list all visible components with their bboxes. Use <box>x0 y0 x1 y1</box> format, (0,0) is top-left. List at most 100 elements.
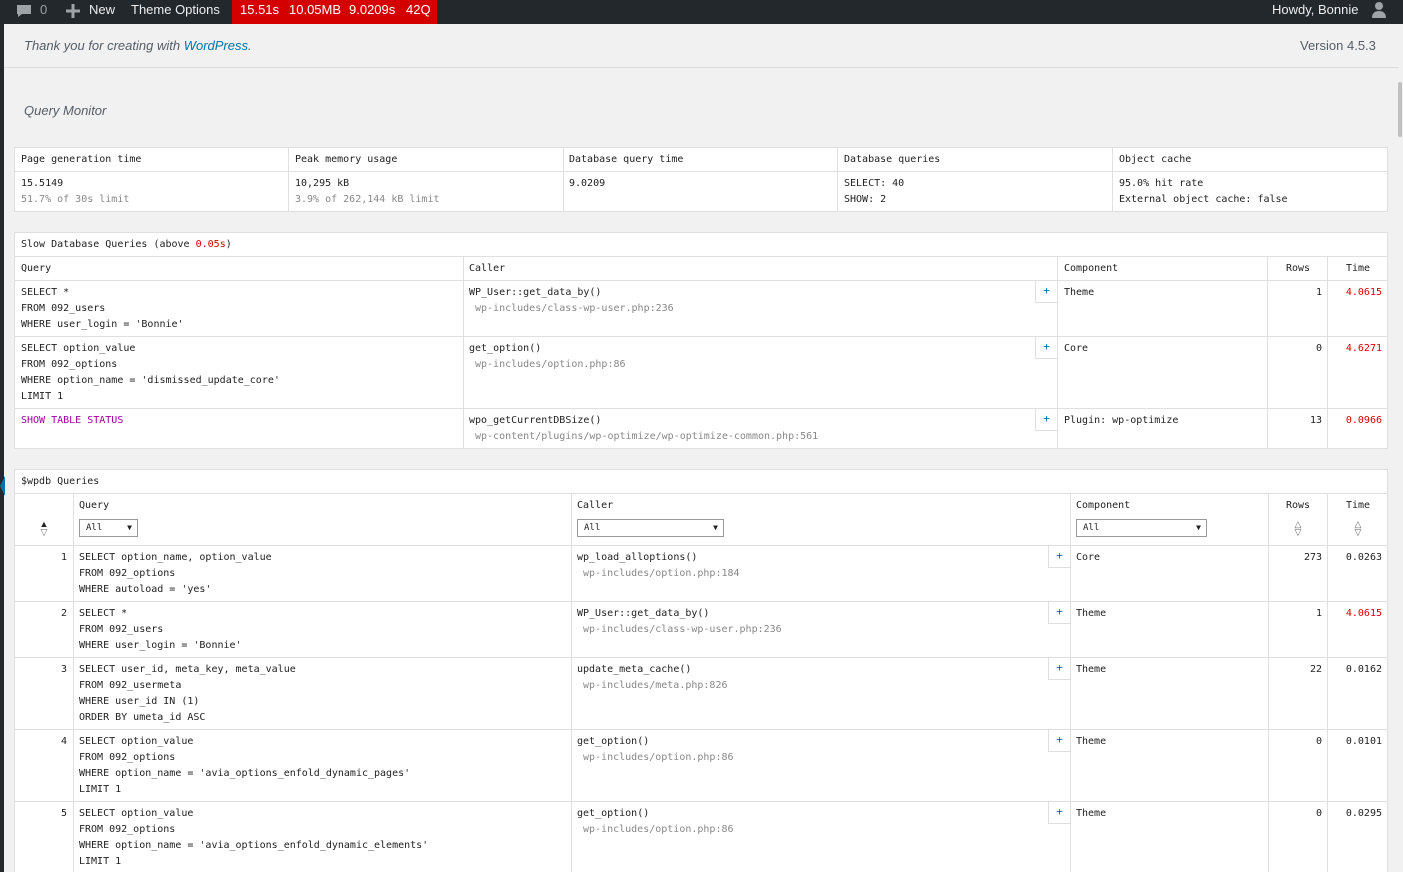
wpdb-row-caller: get_option() <box>577 736 650 747</box>
chevron-down-icon: ▼ <box>713 523 718 532</box>
wpdb-row-caller: wp_load_alloptions() <box>577 552 698 563</box>
wpdb-row-component: Theme <box>1076 808 1107 819</box>
footer-thanks-text: Thank you for creating with <box>24 38 184 53</box>
slow-row-component: Plugin: wp-optimize <box>1064 415 1179 426</box>
new-label: New <box>89 2 116 17</box>
chevron-down-icon: ▼ <box>127 523 132 532</box>
overview-value-hit-rate: 95.0% hit rate <box>1119 178 1204 189</box>
slow-row-rows: 13 <box>1309 415 1322 426</box>
slow-row-time: 0.0966 <box>1345 415 1382 426</box>
slow-row-time: 4.6271 <box>1345 343 1382 354</box>
overview-label-db-time: Database query time <box>569 154 684 165</box>
slow-row-component: Core <box>1064 343 1089 354</box>
query-filter-select[interactable]: All ▼ <box>79 519 138 537</box>
caller-filter-select[interactable]: All ▼ <box>577 519 724 537</box>
wpdb-row-rows: 0 <box>1315 736 1322 747</box>
overview-value-memory: 10,295 kB <box>295 178 350 189</box>
wpdb-row-number: 5 <box>60 808 67 819</box>
new-content-menu[interactable]: New <box>66 0 120 24</box>
overview-value-external-cache: External object cache: false <box>1119 194 1288 205</box>
slow-queries-title: Slow Database Queries (above 0.05s) <box>21 237 232 253</box>
slow-queries-panel: Slow Database Queries (above 0.05s) Quer… <box>14 232 1388 449</box>
expand-trace-button[interactable]: + <box>1048 802 1070 824</box>
comment-icon <box>17 5 31 17</box>
overview-value-db-select: SELECT: 40 <box>844 178 905 189</box>
expand-trace-button[interactable]: + <box>1048 658 1070 680</box>
wpdb-header-rows: Rows <box>1286 500 1311 511</box>
expand-trace-button[interactable]: + <box>1035 409 1057 431</box>
query-monitor-menu[interactable]: 15.51s 10.05MB 9.0209s 42Q <box>232 0 437 24</box>
query-filter-value: All <box>86 523 103 533</box>
expand-trace-button[interactable]: + <box>1048 730 1070 752</box>
overview-value-db-show: SHOW: 2 <box>844 194 887 205</box>
slow-header-rows: Rows <box>1286 263 1311 274</box>
plus-icon <box>66 4 80 18</box>
sort-number-icon[interactable]: ▲ ▽ <box>37 520 51 537</box>
caller-filter-value: All <box>584 523 601 533</box>
component-filter-select[interactable]: All ▼ <box>1076 519 1207 537</box>
overview-value-db-time: 9.0209 <box>569 178 606 189</box>
overview-label-db-queries: Database queries <box>844 154 941 165</box>
wpdb-queries-title: $wpdb Queries <box>21 476 100 487</box>
expand-trace-button[interactable]: + <box>1048 602 1070 624</box>
avatar-icon[interactable] <box>1371 1 1387 19</box>
wpdb-row-file: wp-includes/option.php:86 <box>583 824 734 835</box>
scrollbar-thumb[interactable] <box>1398 82 1402 137</box>
wpdb-row-rows: 22 <box>1309 664 1322 675</box>
slow-row-query: SHOW TABLE STATUS <box>21 415 124 426</box>
wpdb-row-caller: WP_User::get_data_by() <box>577 608 710 619</box>
wpdb-row-rows: 1 <box>1315 608 1322 619</box>
sort-rows-icon[interactable]: △ ▽ <box>1291 520 1305 537</box>
slow-row-query: SELECT option_value FROM 092_options WHE… <box>21 343 280 402</box>
footer-version: Version 4.5.3 <box>1300 38 1376 53</box>
wpdb-row-component: Theme <box>1076 664 1107 675</box>
sort-time-icon[interactable]: △ ▽ <box>1351 520 1365 537</box>
slow-row-query: SELECT * FROM 092_users WHERE user_login… <box>21 287 184 330</box>
slow-row-time: 4.0615 <box>1345 287 1382 298</box>
footer-thanks-suffix: . <box>248 38 252 53</box>
howdy-account[interactable]: Howdy, Bonnie <box>1272 0 1358 24</box>
wpdb-header-component: Component <box>1076 500 1131 511</box>
wpdb-row-file: wp-includes/class-wp-user.php:236 <box>583 624 782 635</box>
wpdb-row-time: 0.0101 <box>1345 736 1382 747</box>
wpdb-row-file: wp-includes/option.php:184 <box>583 568 740 579</box>
qm-title: Query Monitor <box>24 103 107 118</box>
wpdb-row-file: wp-includes/option.php:86 <box>583 752 734 763</box>
expand-trace-button[interactable]: + <box>1035 281 1057 303</box>
slow-header-time: Time <box>1346 263 1371 274</box>
wpdb-row-rows: 273 <box>1303 552 1322 563</box>
slow-row-file: wp-includes/option.php:86 <box>475 359 626 370</box>
qm-queries: 42Q <box>406 2 431 17</box>
wpdb-row-time: 4.0615 <box>1345 608 1382 619</box>
footer-thanks: Thank you for creating with WordPress. <box>24 38 252 53</box>
overview-label-gen-time: Page generation time <box>21 154 142 165</box>
expand-trace-button[interactable]: + <box>1048 546 1070 568</box>
wpdb-row-component: Theme <box>1076 736 1107 747</box>
qm-time: 15.51s <box>240 2 280 17</box>
qm-overview-panel: Page generation time 15.5149 51.7% of 30… <box>14 147 1388 212</box>
comments-count: 0 <box>40 2 48 17</box>
slow-row-file: wp-content/plugins/wp-optimize/wp-optimi… <box>475 431 819 442</box>
wpdb-row-component: Core <box>1076 552 1101 563</box>
wpdb-row-number: 4 <box>60 736 67 747</box>
slow-title-suffix: ) <box>225 239 232 250</box>
wpdb-header-query: Query <box>79 500 110 511</box>
slow-row-rows: 0 <box>1315 343 1322 354</box>
slow-row-component: Theme <box>1064 287 1095 298</box>
collapse-arrow-icon[interactable] <box>0 476 5 496</box>
wpdb-row-number: 3 <box>60 664 67 675</box>
component-filter-value: All <box>1083 523 1100 533</box>
footer-divider <box>4 67 1399 68</box>
page-scrollbar[interactable] <box>1396 24 1403 872</box>
wpdb-row-query: SELECT * FROM 092_users WHERE user_login… <box>79 608 242 651</box>
wpdb-row-component: Theme <box>1076 608 1107 619</box>
wordpress-link[interactable]: WordPress <box>184 38 248 53</box>
wpdb-row-time: 0.0295 <box>1345 808 1382 819</box>
wpdb-row-caller: get_option() <box>577 808 650 819</box>
wpdb-row-time: 0.0162 <box>1345 664 1382 675</box>
expand-trace-button[interactable]: + <box>1035 337 1057 359</box>
admin-bar: 0 New Theme Options 15.51s 10.05MB 9.020… <box>0 0 1403 24</box>
wpdb-row-rows: 0 <box>1315 808 1322 819</box>
theme-options-link[interactable]: Theme Options <box>131 0 220 24</box>
wpdb-row-query: SELECT option_value FROM 092_options WHE… <box>79 736 411 795</box>
